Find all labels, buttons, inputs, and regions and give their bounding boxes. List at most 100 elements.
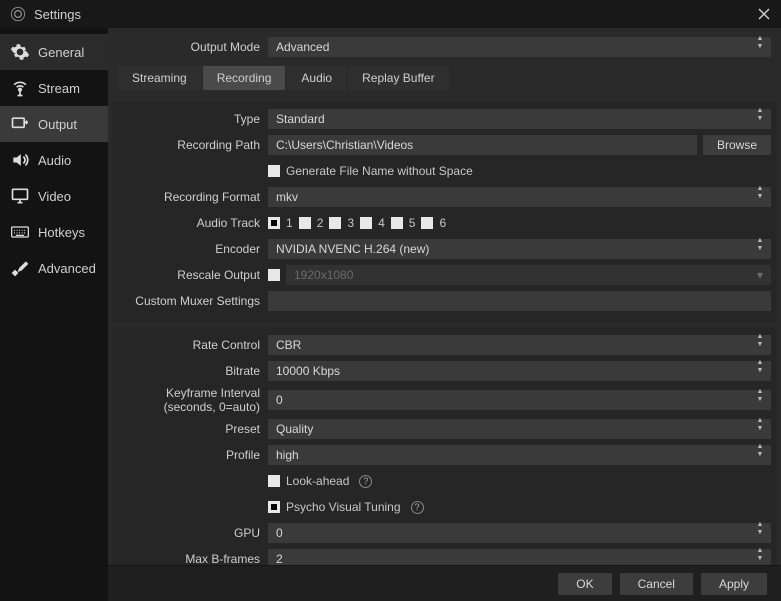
settings-window: Settings General Stream Output Audio (0, 0, 781, 601)
gpu-spinner[interactable]: 0▲▼ (268, 523, 771, 543)
bitrate-label: Bitrate (118, 364, 268, 378)
gear-icon (10, 42, 30, 62)
keyframe-interval-label: Keyframe Interval (seconds, 0=auto) (118, 386, 268, 414)
chevron-updown-icon: ▲▼ (753, 239, 767, 259)
chevron-down-icon: ▾ (753, 265, 767, 285)
sidebar-item-label: Advanced (38, 261, 96, 276)
custom-muxer-label: Custom Muxer Settings (118, 294, 268, 308)
audio-track-2-checkbox[interactable]: 2 (299, 216, 324, 230)
sidebar-item-label: Video (38, 189, 71, 204)
checkbox-icon (268, 217, 280, 229)
output-tabs: Streaming Recording Audio Replay Buffer (118, 66, 449, 90)
chevron-updown-icon: ▲▼ (753, 109, 767, 129)
rate-control-label: Rate Control (118, 338, 268, 352)
encoder-label: Encoder (118, 242, 268, 256)
checkbox-icon (329, 217, 341, 229)
look-ahead-checkbox[interactable]: Look-ahead (268, 474, 349, 488)
checkbox-icon (360, 217, 372, 229)
sidebar-item-video[interactable]: Video (0, 178, 108, 214)
tab-streaming[interactable]: Streaming (118, 66, 201, 90)
bitrate-spinner[interactable]: 10000 Kbps▲▼ (268, 361, 771, 381)
sidebar-item-advanced[interactable]: Advanced (0, 250, 108, 286)
tab-recording[interactable]: Recording (203, 66, 286, 90)
checkbox-icon (268, 501, 280, 513)
recording-format-select[interactable]: mkv▲▼ (268, 187, 771, 207)
output-mode-label: Output Mode (118, 40, 268, 54)
sidebar-item-general[interactable]: General (0, 34, 108, 70)
audio-track-3-checkbox[interactable]: 3 (329, 216, 354, 230)
spinner-updown-icon[interactable]: ▲▼ (753, 361, 767, 381)
obs-icon (10, 6, 26, 22)
ok-button[interactable]: OK (558, 573, 611, 595)
cancel-button[interactable]: Cancel (620, 573, 693, 595)
sidebar-item-label: Stream (38, 81, 80, 96)
tab-replay-buffer[interactable]: Replay Buffer (348, 66, 449, 90)
rescale-output-checkbox[interactable] (268, 269, 280, 281)
sidebar-item-label: Hotkeys (38, 225, 85, 240)
output-icon (10, 114, 30, 134)
generate-filename-label: Generate File Name without Space (286, 164, 473, 178)
sidebar-item-stream[interactable]: Stream (0, 70, 108, 106)
checkbox-icon (268, 475, 280, 487)
sidebar-item-label: Audio (38, 153, 71, 168)
browse-button[interactable]: Browse (703, 135, 771, 155)
tools-icon (10, 258, 30, 278)
spinner-updown-icon[interactable]: ▲▼ (753, 390, 767, 410)
keyboard-icon (10, 222, 30, 242)
psycho-visual-checkbox[interactable]: Psycho Visual Tuning (268, 500, 401, 514)
antenna-icon (10, 78, 30, 98)
output-mode-value: Advanced (276, 40, 329, 54)
dialog-footer: OK Cancel Apply (108, 565, 781, 601)
chevron-updown-icon: ▲▼ (753, 335, 767, 355)
generate-filename-checkbox[interactable]: Generate File Name without Space (268, 164, 473, 178)
apply-button[interactable]: Apply (701, 573, 767, 595)
main-panel: Output Mode Advanced ▲▼ Streaming Record… (108, 28, 781, 601)
max-bframes-spinner[interactable]: 2▲▼ (268, 549, 771, 565)
profile-select[interactable]: high▲▼ (268, 445, 771, 465)
custom-muxer-input[interactable] (268, 291, 771, 311)
recording-format-label: Recording Format (118, 190, 268, 204)
chevron-updown-icon: ▲▼ (753, 445, 767, 465)
audio-track-4-checkbox[interactable]: 4 (360, 216, 385, 230)
rate-control-select[interactable]: CBR▲▼ (268, 335, 771, 355)
audio-track-6-checkbox[interactable]: 6 (421, 216, 446, 230)
checkbox-icon (421, 217, 433, 229)
sidebar: General Stream Output Audio Video Hotkey… (0, 28, 108, 601)
monitor-icon (10, 186, 30, 206)
sidebar-item-label: General (38, 45, 84, 60)
recording-path-input[interactable] (268, 135, 697, 155)
recording-path-label: Recording Path (118, 138, 268, 152)
help-icon[interactable]: ? (411, 501, 424, 514)
titlebar: Settings (0, 0, 781, 28)
sidebar-item-hotkeys[interactable]: Hotkeys (0, 214, 108, 250)
sidebar-item-output[interactable]: Output (0, 106, 108, 142)
checkbox-icon (268, 165, 280, 177)
spinner-updown-icon[interactable]: ▲▼ (753, 523, 767, 543)
window-title: Settings (34, 7, 757, 22)
spinner-updown-icon[interactable]: ▲▼ (753, 549, 767, 565)
chevron-updown-icon: ▲▼ (753, 187, 767, 207)
max-bframes-label: Max B-frames (118, 552, 268, 565)
preset-label: Preset (118, 422, 268, 436)
encoder-select[interactable]: NVIDIA NVENC H.264 (new)▲▼ (268, 239, 771, 259)
profile-label: Profile (118, 448, 268, 462)
audio-track-5-checkbox[interactable]: 5 (391, 216, 416, 230)
audio-track-1-checkbox[interactable]: 1 (268, 216, 293, 230)
output-mode-select[interactable]: Advanced ▲▼ (268, 37, 771, 57)
close-icon[interactable] (757, 7, 771, 21)
chevron-updown-icon: ▲▼ (753, 419, 767, 439)
gpu-label: GPU (118, 526, 268, 540)
checkbox-icon (268, 269, 280, 281)
rescale-output-select: 1920x1080▾ (286, 265, 771, 285)
sidebar-item-audio[interactable]: Audio (0, 142, 108, 178)
speaker-icon (10, 150, 30, 170)
chevron-updown-icon: ▲▼ (753, 37, 767, 57)
recording-type-select[interactable]: Standard▲▼ (268, 109, 771, 129)
checkbox-icon (299, 217, 311, 229)
preset-select[interactable]: Quality▲▼ (268, 419, 771, 439)
type-label: Type (118, 112, 268, 126)
help-icon[interactable]: ? (359, 475, 372, 488)
tab-audio[interactable]: Audio (287, 66, 346, 90)
keyframe-interval-spinner[interactable]: 0▲▼ (268, 390, 771, 410)
audio-track-label: Audio Track (118, 216, 268, 230)
